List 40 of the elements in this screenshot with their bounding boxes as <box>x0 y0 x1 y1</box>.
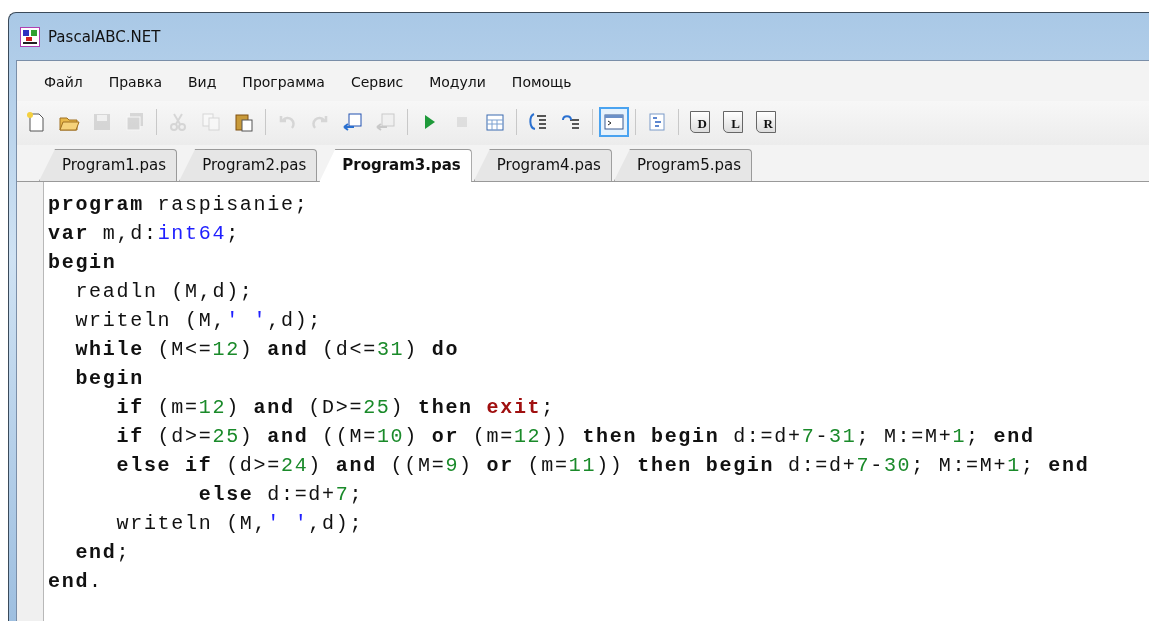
step-into-icon <box>527 111 549 133</box>
code-line: program raspisanie; <box>48 192 310 218</box>
scissors-icon <box>167 111 189 133</box>
menu-item[interactable]: Вид <box>174 74 230 90</box>
document-arrow-icon <box>375 111 397 133</box>
menu-item[interactable]: Помощь <box>498 74 585 90</box>
floppy-disks-icon <box>124 111 146 133</box>
menu-item[interactable]: Программа <box>229 74 338 90</box>
code-line: begin <box>48 250 118 276</box>
code-line: end; <box>74 540 132 566</box>
code-line: begin <box>74 366 145 392</box>
code-line: writeln (M,' ',d); <box>115 511 365 537</box>
code-line: end. <box>48 569 104 595</box>
file-tab[interactable]: Program1.pas <box>39 149 178 181</box>
menu-item[interactable]: Сервис <box>337 74 417 90</box>
code-line: while (M<=12) and (d<=31) do <box>74 337 461 363</box>
app-logo-icon <box>20 26 40 47</box>
clipboard-icon <box>233 111 255 133</box>
new-file-icon <box>25 111 47 133</box>
document-arrow-icon <box>342 111 364 133</box>
code-line: if (m=12) and (D>=25) then exit; <box>115 395 556 421</box>
menu-item[interactable]: Модули <box>416 74 499 90</box>
file-tab[interactable]: Program4.pas <box>473 149 612 181</box>
code-line: else if (d>=24) and ((M=9) or (m=11)) then begin d:=d+7-30; M:=M+1; end <box>115 453 1090 479</box>
copy-icon <box>200 111 222 133</box>
file-tab[interactable]: Program5.pas <box>613 149 753 181</box>
console-icon <box>603 111 625 133</box>
menu-item[interactable]: Правка <box>95 74 175 90</box>
code-line: else d:=d+7; <box>197 482 365 508</box>
menu-item[interactable]: Файл <box>31 74 96 90</box>
file-tab[interactable]: Program3.pas <box>319 149 472 182</box>
code-line: writeln (M,' ',d); <box>74 308 324 334</box>
window-title: PascalABC.NET <box>48 27 161 46</box>
code-line: var m,d:int64; <box>48 221 241 247</box>
file-tab[interactable]: Program2.pas <box>179 149 318 181</box>
code-line: readln (M,d); <box>74 279 255 305</box>
code-line: if (d>=25) and ((M=10) or (m=12)) then begin d:=d+7-31; M:=M+1; end <box>115 424 1036 450</box>
toolbar-button[interactable] <box>599 107 629 137</box>
grid-icon <box>484 111 506 133</box>
outline-icon <box>646 111 668 133</box>
